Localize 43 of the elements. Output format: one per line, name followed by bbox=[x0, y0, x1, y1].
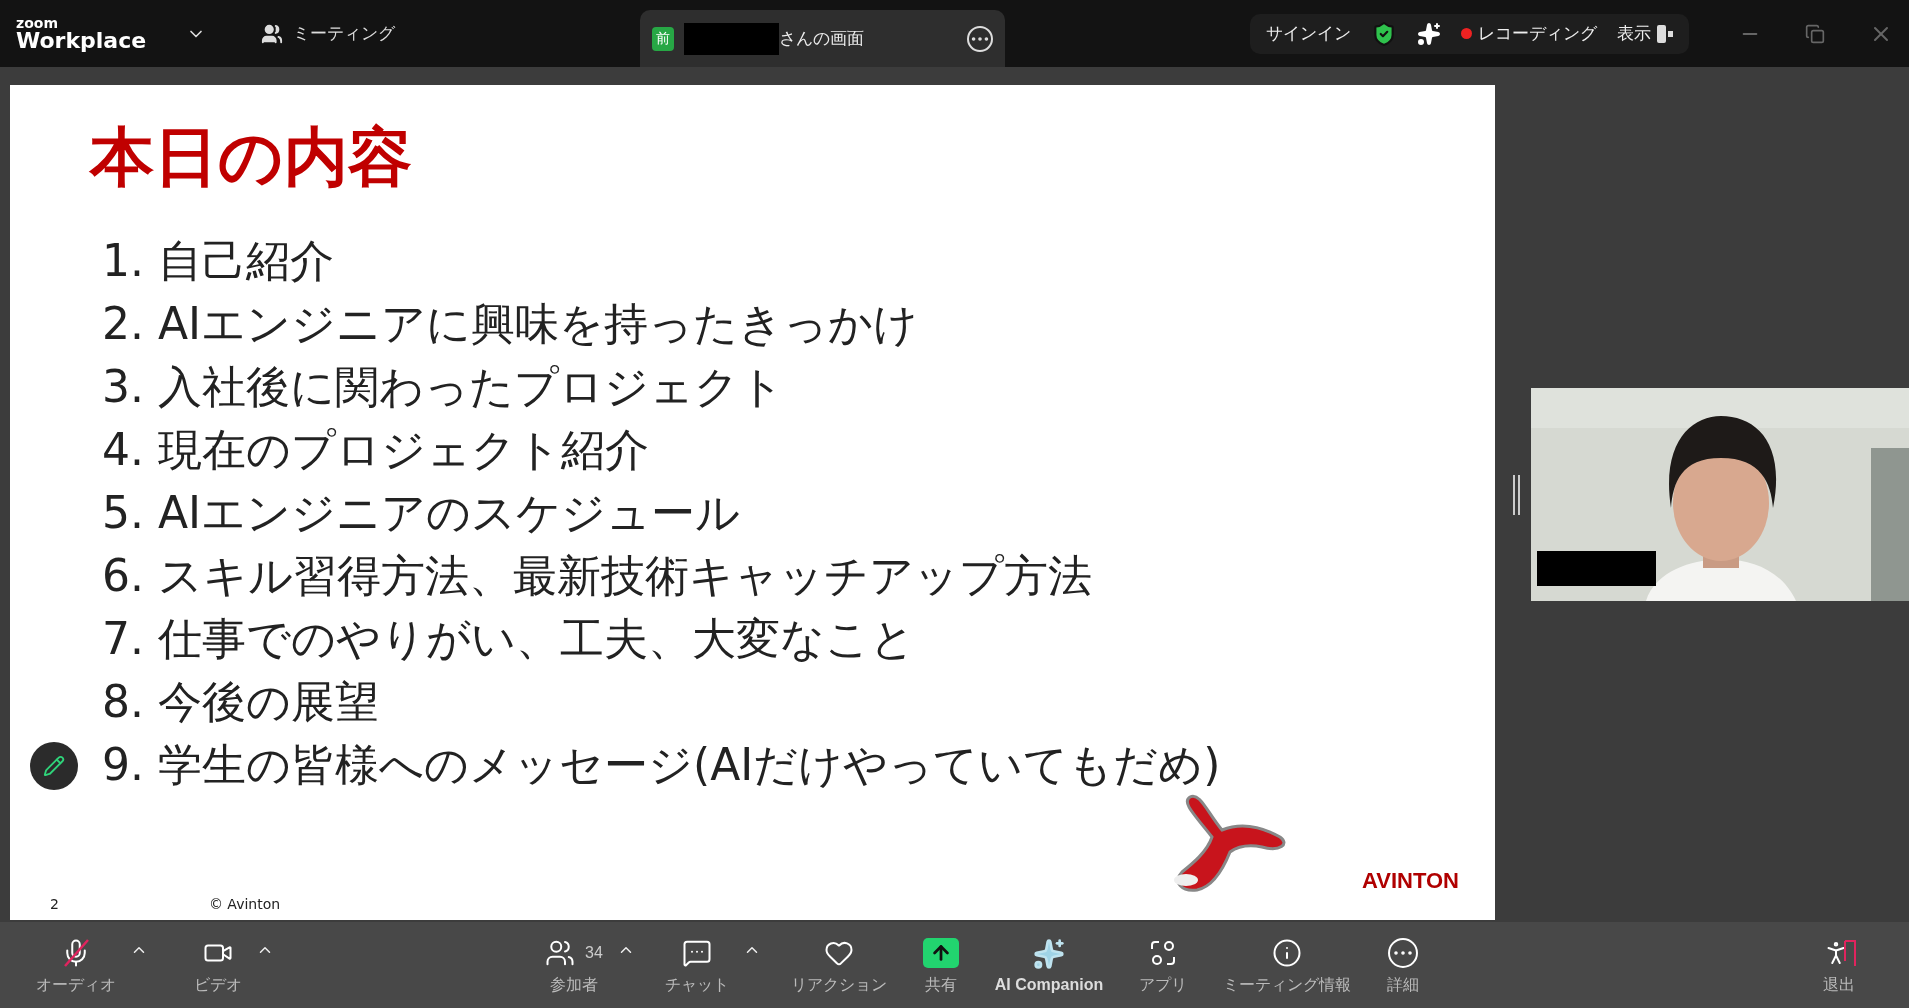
agenda-item: 5. AIエンジニアのスケジュール bbox=[102, 486, 742, 540]
copyright-text: © Avinton bbox=[208, 896, 281, 912]
app-logo: zoom Workplace bbox=[15, 15, 148, 52]
annotate-button[interactable] bbox=[30, 742, 78, 790]
audio-button[interactable]: オーディオ bbox=[30, 930, 122, 1000]
sparkle-icon bbox=[1417, 21, 1441, 46]
video-button[interactable]: ビデオ bbox=[188, 930, 248, 1000]
agenda-item: 6. スキル習得方法、最新技術キャッチアップ方法 bbox=[102, 549, 1093, 603]
info-icon bbox=[1272, 937, 1303, 968]
people-icon bbox=[261, 22, 283, 45]
slide-title: 本日の内容 bbox=[90, 125, 413, 189]
page-number: 2 bbox=[50, 896, 59, 912]
share-badge: 前 bbox=[652, 26, 674, 51]
share-icon bbox=[922, 937, 959, 968]
shield-icon bbox=[1371, 20, 1397, 47]
participants-button[interactable]: 34 参加者 bbox=[539, 930, 609, 1000]
pencil-icon bbox=[43, 755, 65, 777]
chat-button[interactable]: チャット bbox=[658, 930, 735, 1000]
more-button[interactable]: 詳細 bbox=[1381, 930, 1426, 1000]
apps-button[interactable]: アプリ bbox=[1133, 930, 1194, 1000]
info-button[interactable]: ミーティング情報 bbox=[1217, 930, 1358, 1000]
agenda-item: 8. 今後の展望 bbox=[102, 675, 380, 729]
view-button[interactable]: 表示 bbox=[1617, 22, 1673, 45]
agenda-item: 2. AIエンジニアに興味を持ったきっかけ bbox=[102, 297, 920, 351]
sparkle-icon bbox=[1033, 938, 1065, 970]
reaction-button[interactable]: リアクション bbox=[784, 930, 893, 1000]
resize-handle-icon[interactable] bbox=[1513, 474, 1521, 515]
brand-name: AVINTON bbox=[1362, 868, 1459, 894]
agenda-item: 3. 入社後に関わったプロジェクト bbox=[102, 360, 785, 414]
ai-button[interactable]: AI Companion bbox=[988, 932, 1110, 998]
agenda-item: 9. 学生の皆様へのメッセージ(AIだけやっていてもだめ) bbox=[102, 738, 1222, 792]
agenda-item: 1. 自己紹介 bbox=[102, 234, 335, 288]
meeting-tab[interactable]: ミーティング bbox=[261, 18, 395, 49]
more-icon[interactable] bbox=[967, 25, 993, 52]
layout-icon bbox=[1657, 24, 1673, 43]
more-icon bbox=[1388, 937, 1419, 968]
sign-in-button[interactable]: サインイン bbox=[1266, 22, 1351, 45]
agenda-item: 4. 現在のプロジェクト紹介 bbox=[102, 423, 650, 477]
tab-title: さんの画面 bbox=[779, 27, 865, 50]
share-button[interactable]: 共有 bbox=[916, 930, 965, 1000]
agenda-item: 7. 仕事でのやりがい、工夫、大変なこと bbox=[102, 612, 916, 666]
leave-button[interactable]: 退出 bbox=[1815, 930, 1863, 1000]
recording-button[interactable]: レコーディング bbox=[1461, 22, 1597, 45]
